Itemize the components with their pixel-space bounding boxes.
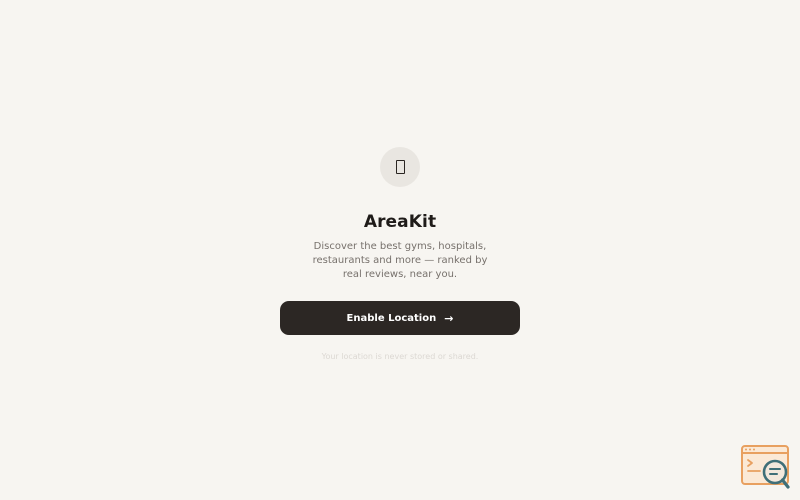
app-description: Discover the best gyms, hospitals, resta… [312,241,488,280]
app-title: AreaKit [363,212,437,232]
enable-location-button[interactable]: Enable Location → [280,301,520,335]
location-pin-icon [395,160,405,174]
app-icon-badge [380,147,420,187]
arrow-right-icon: → [444,311,454,325]
browser-search-icon[interactable] [741,445,791,489]
privacy-note: Your location is never stored or shared. [321,352,479,361]
permission-screen: AreaKit Discover the best gyms, hospital… [0,0,800,500]
enable-location-label: Enable Location [346,312,437,324]
